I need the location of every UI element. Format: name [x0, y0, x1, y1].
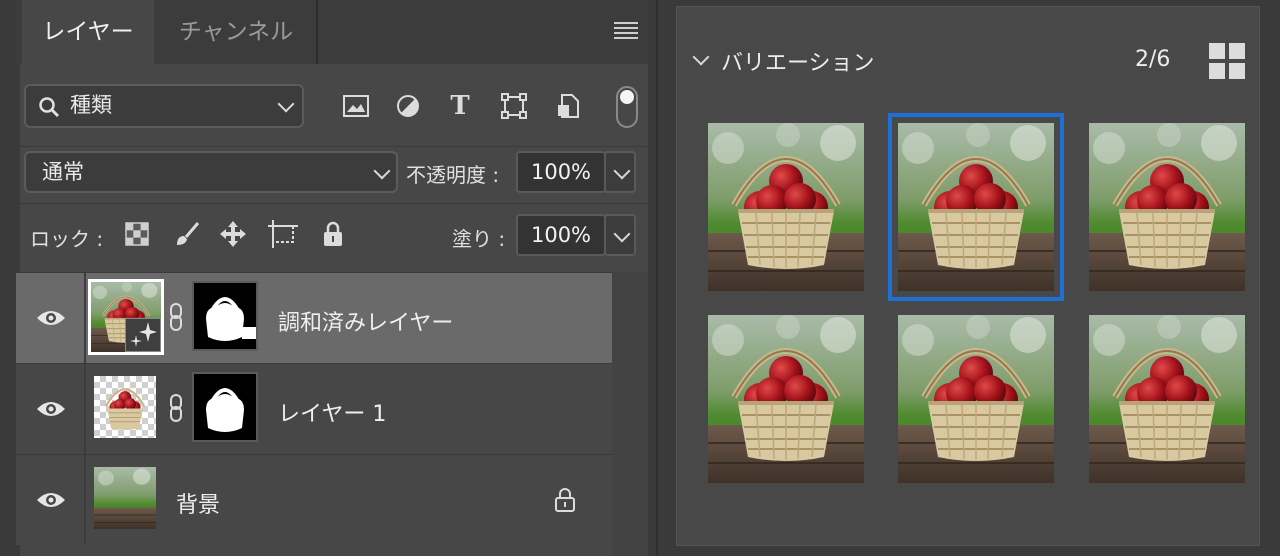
tab-channels[interactable]: チャンネル	[156, 0, 318, 64]
lock-transparent-pixels-icon[interactable]	[122, 219, 152, 249]
layer-mask-thumbnail[interactable]	[192, 372, 258, 442]
chevron-down-icon	[277, 95, 295, 113]
lock-artboard-icon[interactable]	[268, 219, 298, 249]
smart-object-filter-icon[interactable]	[552, 90, 584, 122]
variations-title[interactable]: バリエーション	[721, 45, 875, 77]
image-filter-icon[interactable]	[340, 90, 372, 122]
chevron-down-icon	[613, 162, 631, 180]
row-separator	[84, 364, 86, 454]
layer-locked-icon[interactable]	[554, 487, 576, 513]
blend-row: 通常 不透明度 : 100%	[16, 146, 648, 204]
variation-thumbnail-2[interactable]	[888, 113, 1064, 301]
variation-counter: 2/6	[1135, 47, 1171, 72]
layer-mask-thumbnail[interactable]	[192, 281, 258, 351]
filter-row: 種類 T	[16, 64, 648, 146]
layer-row-harmonized[interactable]: 調和済みレイヤー	[16, 272, 612, 363]
adjustment-filter-icon[interactable]	[392, 90, 424, 122]
row-separator	[84, 273, 86, 363]
mask-link-icon[interactable]	[168, 303, 184, 331]
variation-thumbnail-6[interactable]	[1089, 315, 1245, 483]
collapse-chevron-icon[interactable]	[692, 48, 710, 66]
mask-link-icon[interactable]	[168, 394, 184, 422]
harmonize-sparkle-icon	[125, 318, 161, 352]
filter-kind-select[interactable]: 種類	[24, 84, 304, 128]
tab-layers[interactable]: レイヤー	[22, 0, 154, 64]
panel-divider[interactable]	[648, 0, 668, 556]
layers-panel: レイヤー チャンネル 種類 T 通常 不透明度: 100% ロック: 塗り …	[16, 0, 648, 556]
eye-icon[interactable]	[36, 308, 66, 328]
eye-icon[interactable]	[36, 490, 66, 510]
blend-mode-value: 通常	[42, 160, 84, 184]
search-icon	[39, 97, 60, 118]
opacity-dropdown-button[interactable]	[604, 151, 636, 193]
panel-menu-icon[interactable]	[614, 22, 638, 40]
lock-all-icon[interactable]	[318, 219, 348, 249]
opacity-input[interactable]: 100%	[516, 151, 606, 193]
lock-position-move-icon[interactable]	[218, 219, 248, 249]
fill-dropdown-button[interactable]	[604, 214, 636, 256]
layers-scrollbar[interactable]	[612, 272, 648, 556]
row-separator	[84, 455, 86, 545]
grid-view-icon[interactable]	[1209, 43, 1245, 79]
tab-bar: レイヤー チャンネル	[16, 0, 648, 64]
layer-thumbnail-harmonized[interactable]	[88, 279, 164, 355]
layer-row-layer1[interactable]: レイヤー 1	[16, 363, 612, 454]
layer-name[interactable]: 背景	[176, 487, 220, 519]
blend-mode-select[interactable]: 通常	[24, 151, 398, 193]
eye-icon[interactable]	[36, 399, 66, 419]
layer-thumbnail-layer1[interactable]	[94, 376, 156, 438]
variations-panel: バリエーション 2/6	[676, 6, 1260, 546]
variation-thumbnail-4[interactable]	[708, 315, 864, 483]
variation-thumbnail-5[interactable]	[898, 315, 1054, 483]
filter-toggle[interactable]	[616, 86, 638, 128]
layer-row-background[interactable]: 背景	[16, 454, 612, 545]
fill-label: 塗り :	[452, 227, 506, 251]
layer-name[interactable]: 調和済みレイヤー	[278, 305, 453, 337]
opacity-label: 不透明度 :	[406, 163, 500, 187]
layer-thumbnail-background[interactable]	[94, 467, 156, 529]
chevron-down-icon	[613, 225, 631, 243]
variation-thumbnail-1[interactable]	[708, 123, 864, 291]
layer-name[interactable]: レイヤー 1	[278, 396, 386, 428]
lock-label: ロック :	[30, 227, 104, 251]
fill-input[interactable]: 100%	[516, 214, 606, 256]
shape-filter-icon[interactable]	[498, 90, 530, 122]
filter-kind-label: 種類	[70, 93, 112, 117]
chevron-down-icon	[373, 162, 391, 180]
lock-image-pixels-brush-icon[interactable]	[172, 219, 202, 249]
type-filter-icon[interactable]: T	[444, 90, 476, 122]
variation-thumbnail-3[interactable]	[1089, 123, 1245, 291]
